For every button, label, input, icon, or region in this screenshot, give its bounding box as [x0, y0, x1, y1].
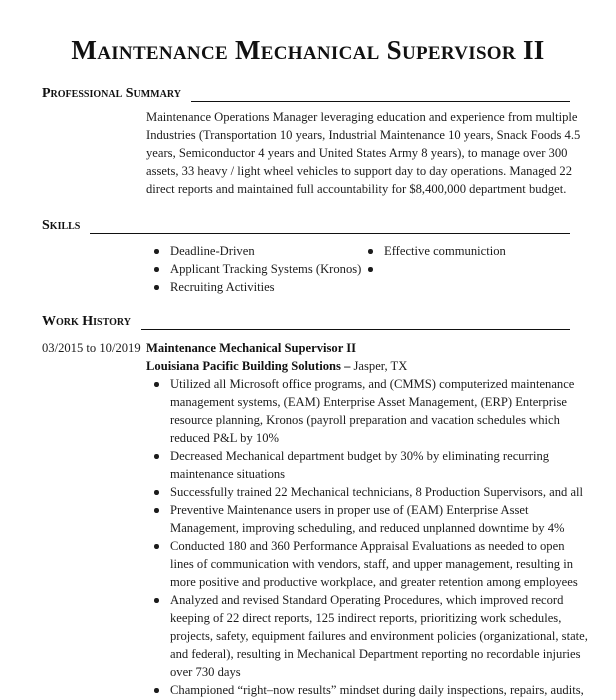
- job-bullet: Conducted 180 and 360 Performance Apprai…: [150, 537, 590, 591]
- skills-column-1: Deadline-Driven Applicant Tracking Syste…: [150, 242, 364, 296]
- summary-section-header: Professional Summary: [42, 86, 570, 102]
- work-history-section-header: Work History: [42, 314, 570, 330]
- job-bullet: Championed “right–now results” mindset d…: [150, 681, 590, 699]
- work-history-heading: Work History: [42, 314, 131, 329]
- job-bullet: Decreased Mechanical department budget b…: [150, 447, 590, 483]
- job-bullet: Analyzed and revised Standard Operating …: [150, 591, 590, 681]
- job-company: Louisiana Pacific Building Solutions: [146, 359, 341, 373]
- skill-item: Deadline-Driven: [150, 242, 364, 260]
- job-bullet: Utilized all Microsoft office programs, …: [150, 375, 590, 447]
- skill-item: Effective communiction: [364, 242, 564, 260]
- skill-item: Applicant Tracking Systems (Kronos): [150, 260, 364, 278]
- skills-divider: [90, 233, 570, 234]
- job-bullet: Successfully trained 22 Mechanical techn…: [150, 483, 590, 501]
- skills-list: Deadline-Driven Applicant Tracking Syste…: [150, 242, 564, 296]
- work-history-divider: [140, 329, 570, 330]
- job-dates: 03/2015 to 10/2019: [42, 341, 141, 355]
- summary-divider: [190, 101, 570, 102]
- skills-heading: Skills: [42, 218, 81, 233]
- job-employer-line: Louisiana Pacific Building Solutions – J…: [146, 357, 407, 375]
- job-title: Maintenance Mechanical Supervisor II: [146, 341, 357, 355]
- summary-text: Maintenance Operations Manager leveragin…: [146, 110, 581, 196]
- summary-heading: Professional Summary: [42, 86, 181, 101]
- resume-title: Maintenance Mechanical Supervisor II: [71, 35, 545, 65]
- job-bullet: Preventive Maintenance users in proper u…: [150, 501, 590, 537]
- job-separator: –: [340, 359, 354, 373]
- skills-column-2: Effective communiction: [364, 242, 564, 296]
- skill-item: Recruiting Activities: [150, 278, 364, 296]
- resume-page: Maintenance Mechanical Supervisor II Pro…: [0, 0, 616, 700]
- job-location: Jasper, TX: [353, 359, 408, 373]
- job-bullets: Utilized all Microsoft office programs, …: [150, 375, 590, 699]
- skills-section-header: Skills: [42, 218, 570, 234]
- skill-item-empty: [364, 260, 564, 278]
